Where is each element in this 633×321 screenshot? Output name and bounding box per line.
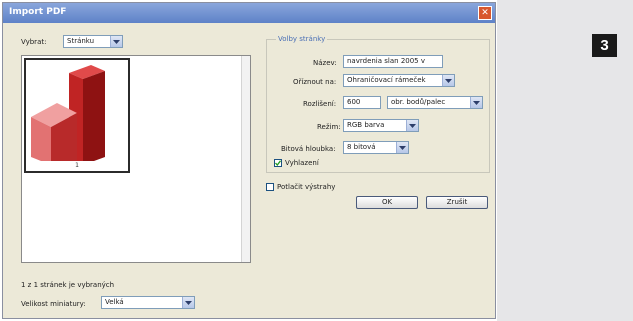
crop-label: Oříznout na:	[293, 78, 337, 86]
chevron-down-icon	[442, 75, 454, 86]
thumbnail-size-label: Velikost miniatury:	[21, 300, 86, 308]
page-thumbnail[interactable]: 1	[24, 58, 130, 173]
step-number-badge: 3	[592, 34, 617, 57]
thumbnail-size-dropdown[interactable]: Velká	[101, 296, 195, 309]
resolution-unit-dropdown[interactable]: obr. bodů/palec	[387, 96, 483, 109]
thumbnail-scrollbar[interactable]	[241, 56, 250, 262]
chevron-down-icon	[110, 36, 122, 47]
chevron-down-icon	[396, 142, 408, 153]
bitdepth-label: Bitová hloubka:	[281, 145, 336, 153]
bitdepth-dropdown[interactable]: 8 bitová	[343, 141, 409, 154]
suppress-warnings-checkbox[interactable]	[266, 183, 274, 191]
crop-value: Ohraničovací rámeček	[347, 76, 426, 84]
check-icon	[275, 160, 281, 166]
thumbnail-list[interactable]: 1	[21, 55, 251, 263]
thumbnail-page-number: 1	[75, 162, 79, 169]
chevron-down-icon	[470, 97, 482, 108]
name-label: Název:	[313, 59, 337, 67]
selection-status: 1 z 1 stránek je vybraných	[21, 281, 115, 289]
ok-button[interactable]: OK	[356, 196, 418, 209]
bitdepth-value: 8 bitová	[347, 143, 376, 151]
suppress-warnings-label: Potlačit výstrahy	[277, 183, 336, 191]
import-pdf-dialog: Import PDF ✕ Vybrat: Stránku 1 1 z 1 str…	[2, 2, 496, 319]
page-options-title: Volby stránky	[276, 35, 328, 43]
page-preview-image	[31, 65, 105, 161]
resolution-field[interactable]: 600	[343, 96, 381, 109]
chevron-down-icon	[182, 297, 194, 308]
title-bar[interactable]: Import PDF ✕	[3, 3, 495, 23]
antialias-checkbox[interactable]	[274, 159, 282, 167]
select-dropdown[interactable]: Stránku	[63, 35, 123, 48]
chevron-down-icon	[406, 120, 418, 131]
cancel-button[interactable]: Zrušit	[426, 196, 488, 209]
resolution-unit-value: obr. bodů/palec	[391, 98, 446, 106]
select-value: Stránku	[67, 37, 95, 45]
resolution-label: Rozlišení:	[303, 100, 337, 108]
mode-value: RGB barva	[347, 121, 385, 129]
antialias-label: Vyhlazení	[285, 159, 319, 167]
crop-dropdown[interactable]: Ohraničovací rámeček	[343, 74, 455, 87]
mode-label: Režim:	[317, 123, 341, 131]
window-title: Import PDF	[9, 7, 67, 17]
name-field[interactable]: navrdenia slan 2005 v	[343, 55, 443, 68]
select-label: Vybrat:	[21, 38, 47, 46]
close-icon[interactable]: ✕	[478, 6, 492, 20]
thumbnail-size-value: Velká	[105, 298, 124, 306]
mode-dropdown[interactable]: RGB barva	[343, 119, 419, 132]
